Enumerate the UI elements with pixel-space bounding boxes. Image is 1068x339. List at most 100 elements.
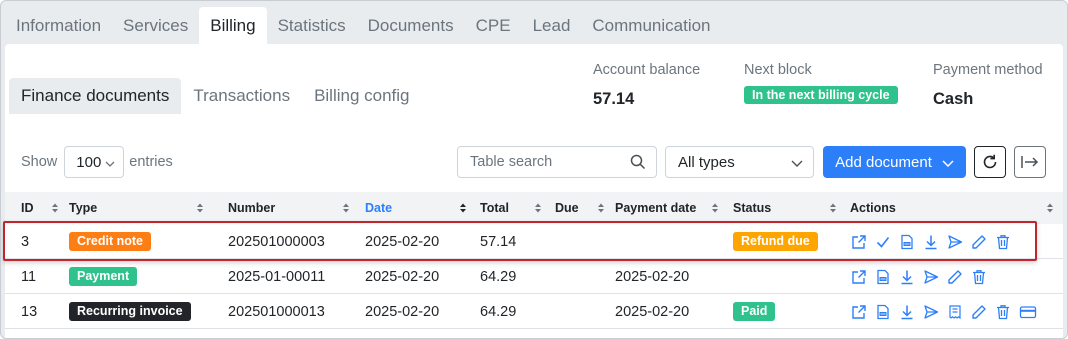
credit-card-icon[interactable] (1018, 303, 1038, 321)
cell-total: 57.14 (480, 233, 517, 250)
table-search (457, 146, 657, 178)
column-header-type[interactable]: Type (69, 192, 212, 224)
column-header-due[interactable]: Due (555, 192, 613, 224)
column-header-status[interactable]: Status (733, 192, 845, 224)
tab-documents[interactable]: Documents (357, 7, 465, 45)
sub-tab-bar: Finance documents Transactions Billing con… (9, 78, 422, 114)
cell-id: 13 (21, 303, 38, 320)
column-header-label: Status (733, 201, 772, 215)
sort-icon (829, 202, 837, 214)
top-tab-bar: Information Services Billing Statistics Docu… (1, 1, 1067, 45)
column-header-label: Payment date (615, 201, 697, 215)
finance-documents-table: ID Type Number Date Total Due Payment date Stat… (5, 192, 1063, 329)
edit-icon[interactable] (970, 303, 988, 321)
customer-window: Information Services Billing Statistics Docu… (0, 0, 1068, 339)
account-balance-value: 57.14 (593, 90, 635, 108)
type-badge: Payment (69, 267, 138, 286)
export-arrow-icon (1020, 154, 1040, 170)
tab-statistics[interactable]: Statistics (267, 7, 357, 45)
search-icon[interactable] (630, 154, 646, 170)
cell-status: Paid (733, 294, 776, 329)
edit-icon[interactable] (946, 268, 964, 286)
open-icon[interactable] (850, 233, 868, 251)
delete-icon[interactable] (994, 233, 1012, 251)
send-icon[interactable] (922, 303, 940, 321)
export-button[interactable] (1014, 146, 1046, 178)
tab-information[interactable]: Information (5, 7, 112, 45)
refresh-button[interactable] (974, 146, 1006, 178)
download-icon[interactable] (898, 303, 916, 321)
table-search-input[interactable] (470, 154, 620, 170)
tab-communication[interactable]: Communication (581, 7, 721, 45)
row-actions (850, 303, 1038, 321)
add-document-button[interactable]: Add document (823, 146, 966, 178)
column-header-label: Type (69, 201, 98, 215)
table-row[interactable]: 3 Credit note 202501000003 2025-02-20 57.14 R… (5, 224, 1063, 259)
column-header-label: Actions (850, 201, 896, 215)
delete-icon[interactable] (994, 303, 1012, 321)
edit-icon[interactable] (970, 233, 988, 251)
tab-services[interactable]: Services (112, 7, 199, 45)
column-header-date[interactable]: Date (365, 192, 475, 224)
sort-icon (1046, 202, 1054, 214)
cell-number: 202501000003 (228, 233, 325, 250)
next-block-label: Next block (744, 62, 812, 78)
cell-actions (850, 294, 1038, 329)
payment-method: Payment method Cash (933, 62, 1043, 109)
subtab-billing-config[interactable]: Billing config (302, 78, 421, 114)
table-row[interactable]: 11 Payment 2025-01-00011 2025-02-20 64.29 202… (5, 259, 1063, 294)
delete-icon[interactable] (970, 268, 988, 286)
cell-date: 2025-02-20 (365, 233, 440, 250)
subtab-transactions[interactable]: Transactions (181, 78, 302, 114)
check-icon[interactable] (874, 233, 892, 251)
column-header-label: Total (480, 201, 509, 215)
column-header-number[interactable]: Number (228, 192, 358, 224)
tab-cpe[interactable]: CPE (465, 7, 522, 45)
column-header-id[interactable]: ID (21, 192, 67, 224)
send-icon[interactable] (946, 233, 964, 251)
send-icon[interactable] (922, 268, 940, 286)
sort-icon (597, 202, 605, 214)
chevron-down-icon (105, 154, 115, 171)
column-header-label: ID (21, 201, 34, 215)
column-header-actions[interactable]: Actions (850, 192, 1062, 224)
receipt-icon[interactable] (946, 303, 964, 321)
pdf-icon[interactable] (898, 233, 916, 251)
next-block: Next block In the next billing cycle (744, 62, 898, 104)
cell-payment-date: 2025-02-20 (615, 303, 690, 320)
column-header-payment-date[interactable]: Payment date (615, 192, 727, 224)
status-badge: Paid (733, 302, 776, 321)
row-actions (850, 233, 1012, 251)
entries-label: entries (129, 154, 173, 170)
chevron-down-icon (791, 154, 803, 171)
pdf-icon[interactable] (874, 268, 892, 286)
cell-type: Credit note (69, 224, 151, 259)
column-header-label: Number (228, 201, 276, 215)
row-actions (850, 268, 988, 286)
document-type-select[interactable]: All types (665, 146, 814, 178)
tab-lead[interactable]: Lead (522, 7, 582, 45)
column-header-label: Date (365, 201, 393, 215)
open-icon[interactable] (850, 268, 868, 286)
add-document-label: Add document (835, 153, 932, 171)
cell-type: Payment (69, 259, 138, 294)
cell-id: 11 (21, 268, 37, 285)
sort-icon (711, 202, 719, 214)
entries-select[interactable]: 100 (64, 146, 125, 178)
sort-icon (534, 202, 542, 214)
table-row[interactable]: 13 Recurring invoice 202501000013 2025-02-2… (5, 294, 1063, 329)
cell-payment-date: 2025-02-20 (615, 268, 690, 285)
download-icon[interactable] (922, 233, 940, 251)
column-header-total[interactable]: Total (480, 192, 550, 224)
tab-billing[interactable]: Billing (199, 7, 267, 45)
account-balance: Account balance 57.14 (593, 62, 700, 109)
entries-control: Show 100 entries (21, 146, 173, 178)
download-icon[interactable] (898, 268, 916, 286)
pdf-icon[interactable] (874, 303, 892, 321)
cell-type: Recurring invoice (69, 294, 191, 329)
open-icon[interactable] (850, 303, 868, 321)
document-type-value: All types (678, 153, 735, 171)
subtab-finance-documents[interactable]: Finance documents (9, 78, 182, 114)
billing-panel: Finance documents Transactions Billing con… (5, 44, 1063, 338)
cell-actions (850, 259, 988, 294)
